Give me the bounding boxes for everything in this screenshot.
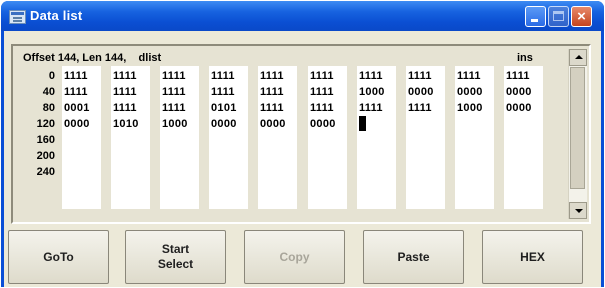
data-word[interactable]: 1111 xyxy=(211,84,235,100)
data-word[interactable]: 1111 xyxy=(162,68,186,84)
data-word[interactable]: 0000 xyxy=(506,84,532,100)
data-word[interactable]: 1111 xyxy=(113,100,137,116)
data-word[interactable]: 0000 xyxy=(310,116,336,132)
row-offset-label: 200 xyxy=(36,150,55,162)
offset-length-label: Offset 144, Len 144, dlist xyxy=(23,52,162,64)
start-select-label: Start Select xyxy=(157,242,194,271)
row-offset-label: 120 xyxy=(36,118,55,130)
hex-button[interactable]: HEX xyxy=(482,230,583,284)
copy-button[interactable]: Copy xyxy=(244,230,345,284)
goto-label: GoTo xyxy=(43,249,74,264)
data-word[interactable]: 1111 xyxy=(359,68,383,84)
goto-button[interactable]: GoTo xyxy=(8,230,109,284)
data-word[interactable]: 0000 xyxy=(457,84,483,100)
data-word[interactable]: 1111 xyxy=(162,100,186,116)
window-title: Data list xyxy=(30,8,83,23)
insert-mode-indicator: ins xyxy=(517,52,533,64)
text-cursor xyxy=(359,116,366,131)
title-bar[interactable]: Data list × xyxy=(1,1,604,31)
data-word[interactable]: 1111 xyxy=(64,84,88,100)
window-body: Offset 144, Len 144, dlist ins 0 40 80 120 1… xyxy=(4,31,601,287)
data-word[interactable]: 0000 xyxy=(260,116,286,132)
data-word[interactable]: 1111 xyxy=(506,68,530,84)
scrollbar-thumb[interactable] xyxy=(570,67,585,189)
data-word[interactable]: 0000 xyxy=(211,116,237,132)
data-word[interactable]: 1111 xyxy=(64,68,88,84)
data-list-window: Data list × Offset 144, Len 144, dlist i… xyxy=(1,1,604,287)
minimize-button[interactable] xyxy=(525,6,546,27)
vertical-scrollbar[interactable] xyxy=(568,49,587,219)
data-word[interactable]: 1111 xyxy=(408,68,432,84)
data-list-editor[interactable]: Offset 144, Len 144, dlist ins 0 40 80 120 1… xyxy=(11,44,591,224)
data-word[interactable]: 1111 xyxy=(113,68,137,84)
data-word[interactable]: 0001 xyxy=(64,100,90,116)
data-word[interactable]: 1111 xyxy=(162,84,186,100)
scroll-down-arrow-icon[interactable] xyxy=(569,202,587,219)
row-offset-label: 160 xyxy=(36,134,55,146)
data-word[interactable]: 0000 xyxy=(408,84,434,100)
data-word[interactable]: 0101 xyxy=(211,100,237,116)
minimize-icon xyxy=(531,19,538,22)
paste-button[interactable]: Paste xyxy=(363,230,464,284)
row-offset-label: 0 xyxy=(48,70,55,82)
row-offset-label: 40 xyxy=(42,86,55,98)
copy-label: Copy xyxy=(279,249,310,264)
data-word[interactable]: 0000 xyxy=(64,116,90,132)
data-word[interactable]: 0000 xyxy=(506,100,532,116)
data-word[interactable]: 1000 xyxy=(162,116,188,132)
data-list-icon xyxy=(9,10,26,24)
data-word[interactable]: 1000 xyxy=(457,100,483,116)
data-word[interactable]: 1111 xyxy=(408,100,432,116)
scroll-up-arrow-icon[interactable] xyxy=(569,49,587,66)
maximize-button[interactable] xyxy=(548,6,569,27)
row-offset-label: 80 xyxy=(42,102,55,114)
data-word[interactable]: 1111 xyxy=(457,68,481,84)
maximize-icon xyxy=(553,11,564,21)
row-offset-label: 240 xyxy=(36,166,55,178)
data-word[interactable]: 1111 xyxy=(260,68,284,84)
close-button[interactable]: × xyxy=(571,6,592,27)
data-word[interactable]: 1111 xyxy=(359,100,383,116)
hex-label: HEX xyxy=(520,249,545,264)
data-word[interactable]: 1111 xyxy=(211,68,235,84)
start-select-button[interactable]: Start Select xyxy=(125,230,226,284)
data-word[interactable]: 1111 xyxy=(260,84,284,100)
paste-label: Paste xyxy=(397,249,430,264)
data-word[interactable]: 1000 xyxy=(359,84,385,100)
data-word[interactable]: 1111 xyxy=(260,100,284,116)
close-icon: × xyxy=(577,8,586,25)
data-word[interactable]: 1111 xyxy=(310,100,334,116)
data-word[interactable]: 1111 xyxy=(310,68,334,84)
data-word[interactable]: 1010 xyxy=(113,116,139,132)
data-word[interactable]: 1111 xyxy=(113,84,137,100)
data-word[interactable]: 1111 xyxy=(310,84,334,100)
